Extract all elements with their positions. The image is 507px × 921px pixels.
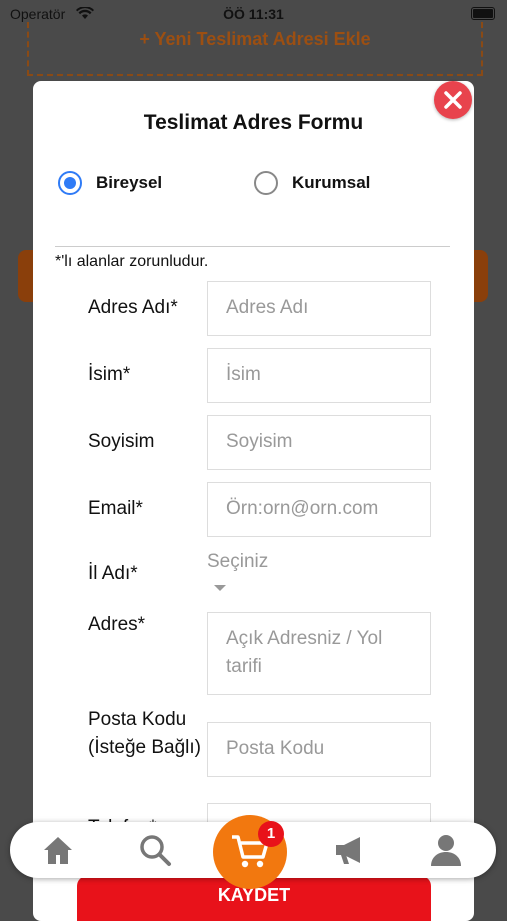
radio-kurumsal[interactable]: Kurumsal — [254, 171, 370, 195]
address-form-modal: Teslimat Adres Formu Bireysel Kurumsal *… — [33, 81, 474, 921]
search-icon[interactable] — [137, 832, 173, 868]
close-button[interactable] — [434, 81, 472, 119]
home-icon[interactable] — [40, 832, 76, 868]
first-name-label: İsim* — [88, 364, 131, 385]
add-address-button[interactable]: + Yeni Teslimat Adresi Ekle — [27, 22, 483, 76]
city-select[interactable]: Seçiniz — [207, 551, 268, 573]
megaphone-icon[interactable] — [332, 832, 368, 868]
clock: ÖÖ 11:31 — [223, 6, 284, 22]
close-icon — [444, 91, 462, 109]
radio-bireysel[interactable]: Bireysel — [58, 171, 162, 195]
cart-count-badge: 1 — [258, 821, 284, 847]
required-note: *'lı alanlar zorunludur. — [55, 253, 209, 270]
radio-label: Kurumsal — [292, 173, 371, 192]
email-input[interactable]: Örn:orn@orn.com — [207, 482, 431, 537]
last-name-input[interactable]: Soyisim — [207, 415, 431, 470]
divider — [55, 246, 450, 247]
radio-unselected-icon[interactable] — [254, 171, 278, 195]
modal-title: Teslimat Adres Formu — [143, 111, 364, 134]
radio-selected-icon[interactable] — [58, 171, 82, 195]
address-name-input[interactable]: Adres Adı — [207, 281, 431, 336]
address-label: Adres* — [88, 614, 146, 635]
postal-code-input[interactable]: Posta Kodu — [207, 722, 431, 777]
email-label: Email* — [88, 498, 143, 519]
first-name-input[interactable]: İsim — [207, 348, 431, 403]
address-textarea[interactable]: Açık Adresniz / Yol tarifi — [207, 612, 431, 695]
last-name-label: Soyisim — [88, 431, 155, 452]
profile-icon[interactable] — [428, 832, 464, 868]
city-label: İl Adı* — [88, 563, 138, 584]
radio-label: Bireysel — [96, 173, 163, 192]
postal-code-label: Posta Kodu (İsteğe Bağlı) — [88, 709, 201, 758]
address-name-label: Adres Adı* — [88, 297, 178, 318]
battery-icon — [471, 7, 495, 20]
chevron-down-icon[interactable] — [214, 585, 226, 591]
